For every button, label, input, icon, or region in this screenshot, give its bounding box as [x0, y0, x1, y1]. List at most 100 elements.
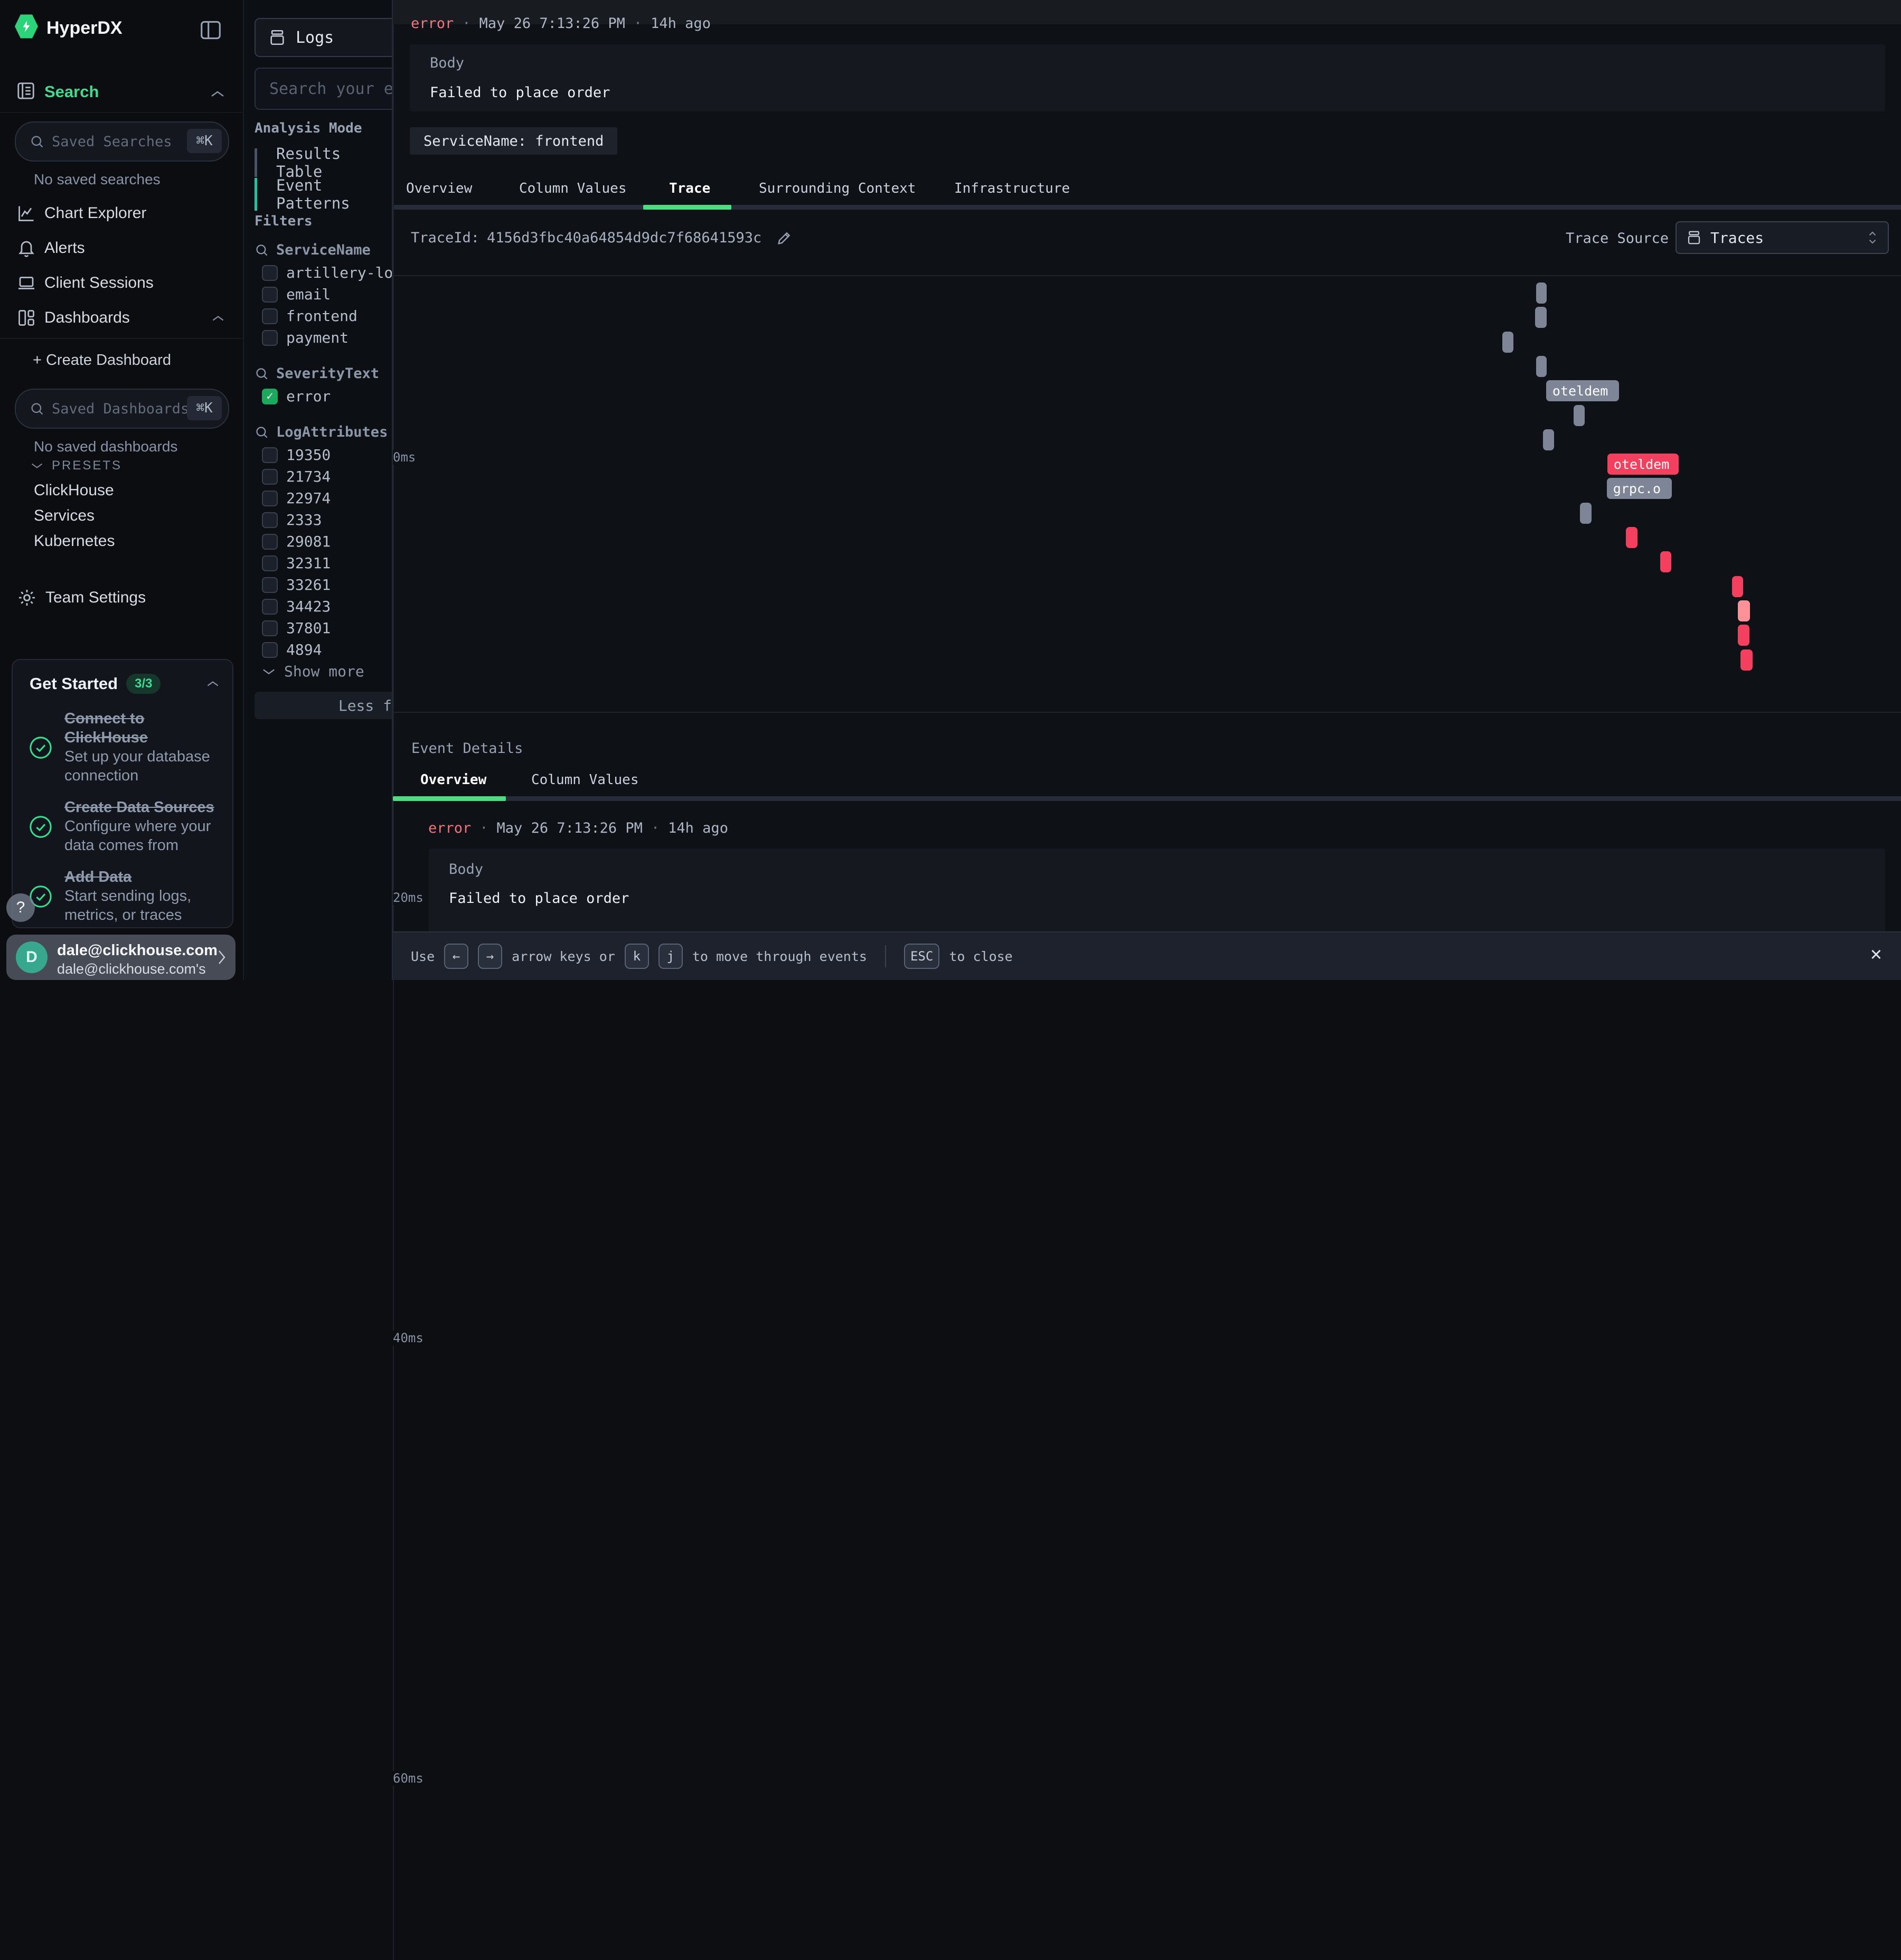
trace-span-bar[interactable]: grpc.o [1607, 478, 1672, 499]
filter-value-label: 37801 [286, 619, 331, 637]
checkbox-unchecked[interactable] [262, 491, 278, 506]
get-started-item[interactable]: Create Data SourcesConfigure where your … [29, 798, 220, 855]
event-details-title: Event Details [411, 740, 523, 757]
filter-value-label: 2333 [286, 511, 322, 529]
filter-value-label: artillery-loa [286, 264, 402, 281]
sidebar-item-alerts[interactable]: Alerts [0, 231, 243, 265]
shortcut-badge: ⌘K [187, 129, 222, 153]
sidebar-item-kubernetes[interactable]: Kubernetes [34, 532, 115, 550]
app-root: HyperDX Search Saved Searches ⌘K No save… [0, 0, 1901, 980]
trace-span-bar[interactable] [1535, 307, 1547, 328]
dashboard-grid-icon [17, 308, 36, 327]
trace-span-bar[interactable]: oteldem [1607, 454, 1679, 475]
get-started-item-subtitle: Configure where your data comes from [64, 817, 220, 855]
sidebar-item-dashboards[interactable]: Dashboards [0, 301, 243, 335]
saved-dashboards-input[interactable]: Saved Dashboards ⌘K [15, 389, 229, 429]
sidebar-item-search[interactable]: Search [44, 82, 99, 101]
trace-span-bar[interactable] [1536, 282, 1547, 304]
trace-span-bar[interactable] [1732, 576, 1743, 597]
sidebar: HyperDX Search Saved Searches ⌘K No save… [0, 0, 244, 980]
severity-badge: error [428, 820, 471, 836]
event-side-panel: error · May 26 7:13:26 PM · 14h ago Body… [392, 0, 1901, 980]
checkbox-unchecked[interactable] [262, 308, 278, 324]
checkbox-checked[interactable]: ✓ [262, 389, 278, 404]
keyboard-hints-bar: Use ← → arrow keys or k j to move throug… [393, 931, 1901, 980]
help-button[interactable]: ? [6, 893, 35, 922]
get-started-item[interactable]: Add DataStart sending logs, metrics, or … [29, 868, 220, 925]
trace-span-bar[interactable] [1738, 625, 1749, 646]
chart-icon [17, 204, 36, 223]
chevron-down-icon [31, 462, 43, 469]
checkbox-unchecked[interactable] [262, 555, 278, 571]
checkbox-unchecked[interactable] [262, 512, 278, 528]
get-started-card: Get Started 3/3 Connect to ClickHouseSet… [12, 659, 233, 928]
create-dashboard-button[interactable]: + Create Dashboard [33, 352, 171, 369]
sidebar-item-team-settings[interactable]: Team Settings [0, 581, 243, 615]
search-section-icon [16, 80, 36, 101]
filter-value-label: 34423 [286, 598, 331, 615]
chevron-up-icon[interactable] [211, 315, 225, 322]
checkbox-unchecked[interactable] [262, 265, 278, 281]
trace-span-bar[interactable] [1580, 503, 1592, 524]
trace-span-bar[interactable] [1738, 600, 1750, 621]
mode-results-table[interactable]: Results Table [255, 148, 392, 177]
checkbox-unchecked[interactable] [262, 620, 278, 636]
event-details-tab-overview[interactable]: Overview [420, 772, 486, 788]
trace-span-bar[interactable] [1626, 527, 1638, 548]
bell-icon [17, 239, 36, 258]
trace-span-bar[interactable] [1502, 332, 1513, 353]
chevron-right-icon [218, 949, 226, 965]
trace-span-bar[interactable] [1543, 429, 1554, 450]
timeline-gridline [393, 465, 394, 890]
avatar: D [16, 941, 48, 973]
trace-span-bar[interactable] [1660, 551, 1671, 572]
filter-value-label: 29081 [286, 533, 331, 550]
body-label: Body [449, 861, 483, 878]
filter-value-label: 33261 [286, 576, 331, 593]
search-icon [255, 425, 269, 439]
timeline-gridline [393, 1345, 394, 1771]
chevron-up-icon[interactable] [210, 90, 225, 98]
chevron-down-icon [262, 667, 276, 676]
no-saved-searches-text: No saved searches [34, 171, 161, 188]
event-details-tab-column-values[interactable]: Column Values [531, 772, 639, 788]
sidebar-item-clickhouse[interactable]: ClickHouse [34, 482, 114, 500]
close-icon[interactable]: ✕ [1870, 943, 1882, 965]
chevron-up-icon[interactable] [206, 680, 220, 687]
filter-value-label: email [286, 286, 331, 303]
checkbox-unchecked[interactable] [262, 642, 278, 658]
get-started-item[interactable]: Connect to ClickHouseSet up your databas… [29, 710, 220, 786]
k-keycap: k [625, 944, 649, 969]
sidebar-item-services[interactable]: Services [34, 507, 95, 525]
checkbox-unchecked[interactable] [262, 577, 278, 593]
j-keycap: j [658, 944, 683, 969]
sidebar-item-chart-explorer[interactable]: Chart Explorer [0, 196, 243, 230]
checkbox-unchecked[interactable] [262, 447, 278, 463]
trace-span-bar[interactable] [1574, 405, 1585, 426]
mode-event-patterns[interactable]: Event Patterns [255, 178, 392, 211]
checkbox-unchecked[interactable] [262, 469, 278, 485]
checkbox-unchecked[interactable] [262, 330, 278, 346]
source-select-value: Logs [296, 29, 334, 47]
presets-header[interactable]: PRESETS [31, 458, 122, 473]
user-card[interactable]: D dale@clickhouse.com dale@clickhouse.co… [6, 935, 236, 980]
trace-span-bar[interactable] [1740, 649, 1753, 671]
filter-value-label: error [286, 388, 331, 405]
sidebar-item-client-sessions[interactable]: Client Sessions [0, 266, 243, 300]
trace-span-bar[interactable]: oteldem [1546, 380, 1619, 401]
get-started-item-title: Add Data [64, 868, 220, 887]
saved-searches-input[interactable]: Saved Searches ⌘K [15, 121, 229, 162]
checkbox-unchecked[interactable] [262, 287, 278, 303]
search-filters-panel: Logs Search your ev Analysis Mode Result… [243, 0, 392, 980]
checkbox-unchecked[interactable] [262, 534, 278, 550]
timeline-gridline [393, 1786, 394, 1960]
arrow-left-keycap: ← [444, 944, 468, 969]
collapse-sidebar-icon[interactable] [200, 20, 222, 40]
filter-group-name: ServiceName [276, 242, 371, 258]
tab-divider [393, 796, 1901, 801]
event-ago: 14h ago [668, 820, 728, 836]
checkbox-unchecked[interactable] [262, 599, 278, 615]
divider [0, 112, 243, 113]
trace-span-bar[interactable] [1536, 356, 1547, 377]
check-circle-icon [29, 736, 53, 760]
